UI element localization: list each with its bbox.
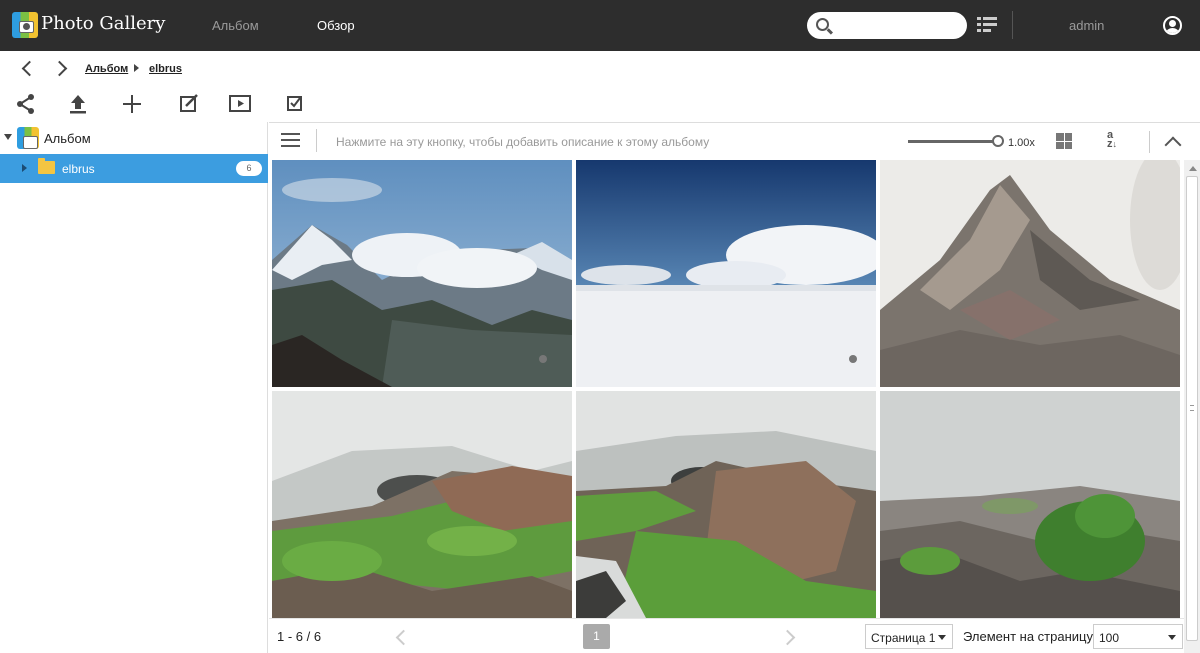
photo-thumbnail[interactable] bbox=[272, 391, 572, 618]
tree-root-album[interactable]: Альбом bbox=[0, 122, 268, 153]
pagination-bar: 1 - 6 / 6 1 Страница 1 Элемент на страни… bbox=[269, 618, 1184, 653]
album-header-bar: Нажмите на эту кнопку, чтобы добавить оп… bbox=[269, 122, 1200, 159]
chevron-right-icon bbox=[51, 60, 68, 77]
plus-icon bbox=[123, 95, 141, 113]
photo-thumbnail[interactable] bbox=[880, 160, 1180, 387]
menu-icon[interactable] bbox=[281, 133, 300, 148]
camera-icon bbox=[19, 21, 34, 33]
per-page-value: 100 bbox=[1099, 631, 1120, 645]
scrollbar-thumb[interactable] bbox=[1186, 176, 1198, 641]
nav-tab-album[interactable]: Альбом bbox=[212, 18, 259, 33]
search-options-icon[interactable] bbox=[977, 17, 997, 35]
scroll-grip-icon bbox=[1190, 405, 1194, 411]
add-button[interactable] bbox=[121, 93, 143, 115]
album-tree: Альбом elbrus 6 bbox=[0, 122, 268, 653]
header-divider bbox=[1012, 11, 1013, 39]
breadcrumb-separator-icon bbox=[134, 64, 139, 72]
collapse-arrow-icon[interactable] bbox=[22, 164, 27, 172]
breadcrumb-album[interactable]: Альбом bbox=[85, 63, 128, 75]
share-button[interactable] bbox=[15, 93, 37, 115]
photo-thumbnail[interactable] bbox=[880, 391, 1180, 618]
per-page-select[interactable]: 100 bbox=[1093, 624, 1183, 649]
share-icon bbox=[17, 94, 34, 114]
zoom-level: 1.00x bbox=[1008, 137, 1035, 149]
upload-button[interactable] bbox=[67, 93, 89, 115]
misty-slope-photo bbox=[272, 391, 572, 618]
checkbox-icon bbox=[287, 96, 302, 111]
rock-pile-photo bbox=[880, 160, 1180, 387]
header-divider bbox=[1149, 131, 1150, 153]
snowfield-photo bbox=[576, 160, 876, 387]
user-name[interactable]: admin bbox=[1069, 18, 1104, 33]
misty-valley-photo bbox=[880, 391, 1180, 618]
breadcrumb-elbrus[interactable]: elbrus bbox=[149, 63, 182, 75]
count-badge: 6 bbox=[236, 161, 262, 176]
slideshow-button[interactable] bbox=[229, 93, 251, 115]
header-divider bbox=[316, 129, 317, 152]
chevron-left-icon bbox=[21, 60, 38, 77]
back-button[interactable] bbox=[18, 60, 38, 78]
misty-rocks-photo bbox=[576, 391, 876, 618]
app-title: Photo Gallery bbox=[41, 13, 166, 34]
edit-icon bbox=[180, 94, 198, 112]
scrollbar[interactable] bbox=[1184, 160, 1200, 653]
search-box[interactable] bbox=[807, 12, 967, 39]
dropdown-arrow-icon bbox=[938, 635, 946, 640]
chevron-up-icon[interactable] bbox=[1164, 136, 1182, 154]
edit-button[interactable] bbox=[178, 93, 200, 115]
album-icon bbox=[17, 127, 39, 149]
photo-thumbnail[interactable] bbox=[576, 160, 876, 387]
tree-root-label: Альбом bbox=[44, 131, 91, 146]
folder-icon bbox=[38, 158, 55, 174]
slideshow-icon bbox=[229, 95, 251, 112]
user-icon[interactable] bbox=[1163, 16, 1182, 35]
zoom-slider-handle[interactable] bbox=[992, 135, 1004, 147]
search-icon[interactable] bbox=[816, 18, 829, 31]
item-range: 1 - 6 / 6 bbox=[277, 629, 322, 644]
tree-item-label: elbrus bbox=[62, 162, 95, 176]
dropdown-arrow-icon bbox=[1168, 635, 1176, 640]
grid-view-icon[interactable] bbox=[1056, 133, 1072, 149]
scroll-up-icon[interactable] bbox=[1189, 166, 1197, 171]
mountain-photo bbox=[272, 160, 572, 387]
top-bar: Photo Gallery Альбом Обзор admin bbox=[0, 0, 1200, 51]
page-number-button[interactable]: 1 bbox=[583, 624, 610, 649]
page-select-value: Страница 1 bbox=[871, 631, 936, 645]
next-page-button[interactable] bbox=[784, 629, 794, 643]
select-button[interactable] bbox=[284, 93, 306, 115]
photo-thumbnail[interactable] bbox=[576, 391, 876, 618]
tree-item-elbrus[interactable]: elbrus 6 bbox=[0, 154, 268, 183]
photo-thumbnail[interactable] bbox=[272, 160, 572, 387]
sort-az-icon[interactable]: a z↓ bbox=[1107, 130, 1129, 153]
per-page-label: Элемент на страницу bbox=[963, 629, 1093, 644]
album-description-prompt[interactable]: Нажмите на эту кнопку, чтобы добавить оп… bbox=[336, 135, 709, 149]
forward-button[interactable] bbox=[51, 60, 70, 78]
page-select[interactable]: Страница 1 bbox=[865, 624, 953, 649]
search-input[interactable] bbox=[837, 16, 947, 35]
expand-arrow-icon[interactable] bbox=[4, 134, 12, 140]
nav-tab-overview[interactable]: Обзор bbox=[317, 18, 355, 33]
zoom-slider[interactable] bbox=[908, 140, 994, 143]
previous-page-button[interactable] bbox=[395, 629, 405, 643]
upload-icon bbox=[70, 95, 86, 114]
